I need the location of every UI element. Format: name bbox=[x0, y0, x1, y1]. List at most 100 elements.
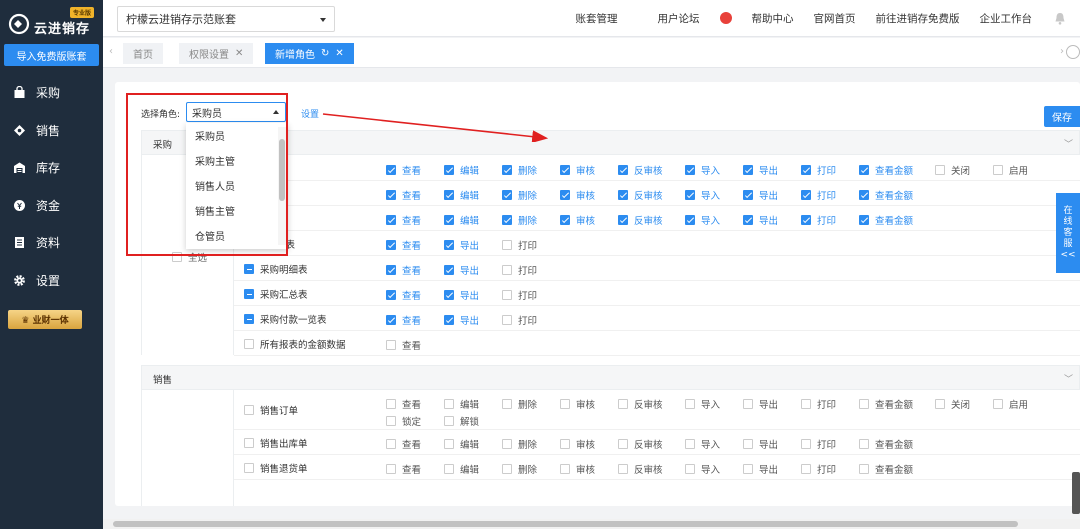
bell-icon[interactable] bbox=[1054, 12, 1066, 25]
checkbox[interactable] bbox=[618, 399, 628, 409]
permission-checkbox[interactable]: 审核 bbox=[560, 188, 595, 202]
permission-checkbox[interactable]: 打印 bbox=[502, 263, 537, 277]
permission-checkbox[interactable]: 查看 bbox=[386, 238, 421, 252]
checkbox[interactable] bbox=[859, 399, 869, 409]
sidebar-item[interactable]: 采购 bbox=[0, 74, 103, 112]
permission-checkbox[interactable]: 查看金额 bbox=[859, 397, 913, 411]
checkbox[interactable] bbox=[743, 399, 753, 409]
checkbox[interactable] bbox=[386, 165, 396, 175]
permission-checkbox[interactable]: 审核 bbox=[560, 163, 595, 177]
checkbox[interactable] bbox=[502, 439, 512, 449]
row-checkbox[interactable] bbox=[244, 288, 254, 299]
checkbox[interactable] bbox=[743, 439, 753, 449]
permission-checkbox[interactable]: 查看 bbox=[386, 397, 421, 411]
permission-checkbox[interactable]: 解锁 bbox=[444, 414, 479, 428]
checkbox[interactable] bbox=[618, 439, 628, 449]
row-checkbox[interactable] bbox=[244, 405, 254, 415]
row-label[interactable]: 采购付款一览表 bbox=[244, 306, 327, 331]
sidebar-item[interactable]: 设置 bbox=[0, 262, 103, 300]
checkbox[interactable] bbox=[859, 215, 869, 225]
tab-new-role[interactable]: 新增角色 ↻ ✕ bbox=[265, 43, 354, 64]
row-checkbox[interactable] bbox=[244, 437, 254, 448]
tab-scroll-left-icon[interactable]: ‹ bbox=[109, 46, 113, 57]
permission-checkbox[interactable]: 打印 bbox=[502, 288, 537, 302]
checkbox[interactable] bbox=[444, 240, 454, 250]
permission-checkbox[interactable]: 编辑 bbox=[444, 462, 479, 476]
checkbox[interactable] bbox=[502, 215, 512, 225]
permission-checkbox[interactable]: 导入 bbox=[685, 462, 720, 476]
checkbox[interactable] bbox=[801, 165, 811, 175]
checkbox[interactable] bbox=[743, 215, 753, 225]
permission-checkbox[interactable]: 打印 bbox=[801, 213, 836, 227]
select-all-checkbox[interactable] bbox=[172, 252, 182, 262]
checkbox[interactable] bbox=[386, 290, 396, 300]
checkbox[interactable] bbox=[618, 190, 628, 200]
checkbox[interactable] bbox=[560, 190, 570, 200]
import-free-account-button[interactable]: 导入免费版账套 bbox=[4, 44, 99, 66]
permission-checkbox[interactable]: 编辑 bbox=[444, 397, 479, 411]
permission-checkbox[interactable]: 打印 bbox=[502, 313, 537, 327]
checkbox[interactable] bbox=[444, 416, 454, 426]
permission-checkbox[interactable]: 导入 bbox=[685, 437, 720, 451]
permission-checkbox[interactable]: 锁定 bbox=[386, 414, 421, 428]
role-option[interactable]: 仓管员 bbox=[186, 223, 288, 248]
select-all[interactable]: 全选 bbox=[172, 250, 207, 264]
permission-checkbox[interactable]: 查看 bbox=[386, 263, 421, 277]
checkbox[interactable] bbox=[386, 340, 396, 350]
checkbox[interactable] bbox=[560, 165, 570, 175]
save-button[interactable]: 保存 bbox=[1044, 106, 1080, 127]
checkbox[interactable] bbox=[386, 240, 396, 250]
sidebar-item[interactable]: 资金 bbox=[0, 187, 103, 225]
online-service-button[interactable]: 在线客服 << bbox=[1056, 193, 1080, 273]
chevron-down-icon[interactable]: ﹀ bbox=[1064, 372, 1073, 385]
permission-checkbox[interactable]: 查看金额 bbox=[859, 163, 913, 177]
permission-checkbox[interactable]: 编辑 bbox=[444, 163, 479, 177]
checkbox[interactable] bbox=[801, 215, 811, 225]
row-label[interactable]: 采购汇总表 bbox=[244, 281, 308, 306]
checkbox[interactable] bbox=[743, 190, 753, 200]
checkbox[interactable] bbox=[685, 165, 695, 175]
checkbox[interactable] bbox=[386, 464, 396, 474]
permission-checkbox[interactable]: 查看金额 bbox=[859, 462, 913, 476]
horizontal-scroll-thumb[interactable] bbox=[113, 521, 1018, 527]
permission-checkbox[interactable]: 查看 bbox=[386, 338, 421, 352]
permission-checkbox[interactable]: 导出 bbox=[444, 313, 479, 327]
checkbox[interactable] bbox=[386, 439, 396, 449]
checkbox[interactable] bbox=[386, 315, 396, 325]
row-checkbox[interactable] bbox=[244, 462, 254, 473]
checkbox[interactable] bbox=[386, 215, 396, 225]
checkbox[interactable] bbox=[502, 315, 512, 325]
permission-checkbox[interactable]: 打印 bbox=[801, 397, 836, 411]
permission-checkbox[interactable]: 审核 bbox=[560, 437, 595, 451]
tab-scroll-right-icon[interactable]: › bbox=[1060, 46, 1064, 57]
permission-checkbox[interactable]: 编辑 bbox=[444, 213, 479, 227]
tab-permission-settings[interactable]: 权限设置 ✕ bbox=[179, 43, 254, 64]
checkbox[interactable] bbox=[685, 439, 695, 449]
checkbox[interactable] bbox=[935, 165, 945, 175]
permission-checkbox[interactable]: 关闭 bbox=[935, 397, 970, 411]
checkbox[interactable] bbox=[859, 439, 869, 449]
permission-checkbox[interactable]: 导入 bbox=[685, 213, 720, 227]
permission-checkbox[interactable]: 导出 bbox=[743, 213, 778, 227]
checkbox[interactable] bbox=[743, 165, 753, 175]
tab-home[interactable]: 首页 bbox=[123, 43, 163, 64]
checkbox[interactable] bbox=[743, 464, 753, 474]
permission-checkbox[interactable]: 导出 bbox=[743, 437, 778, 451]
row-label[interactable]: 所有报表的金额数据 bbox=[244, 331, 346, 356]
permission-checkbox[interactable]: 查看 bbox=[386, 437, 421, 451]
checkbox[interactable] bbox=[502, 290, 512, 300]
permission-checkbox[interactable]: 打印 bbox=[502, 238, 537, 252]
permission-checkbox[interactable]: 导入 bbox=[685, 163, 720, 177]
side-scroll-handle[interactable] bbox=[1072, 472, 1080, 514]
checkbox[interactable] bbox=[859, 165, 869, 175]
link-workbench[interactable]: 企业工作台 bbox=[980, 11, 1033, 26]
permission-checkbox[interactable]: 导出 bbox=[743, 397, 778, 411]
checkbox[interactable] bbox=[801, 464, 811, 474]
checkbox[interactable] bbox=[859, 190, 869, 200]
sidebar-item[interactable]: 库存 bbox=[0, 149, 103, 187]
checkbox[interactable] bbox=[993, 399, 1003, 409]
checkbox[interactable] bbox=[444, 439, 454, 449]
checkbox[interactable] bbox=[386, 190, 396, 200]
horizontal-scrollbar[interactable] bbox=[103, 519, 1080, 529]
permission-checkbox[interactable]: 删除 bbox=[502, 437, 537, 451]
